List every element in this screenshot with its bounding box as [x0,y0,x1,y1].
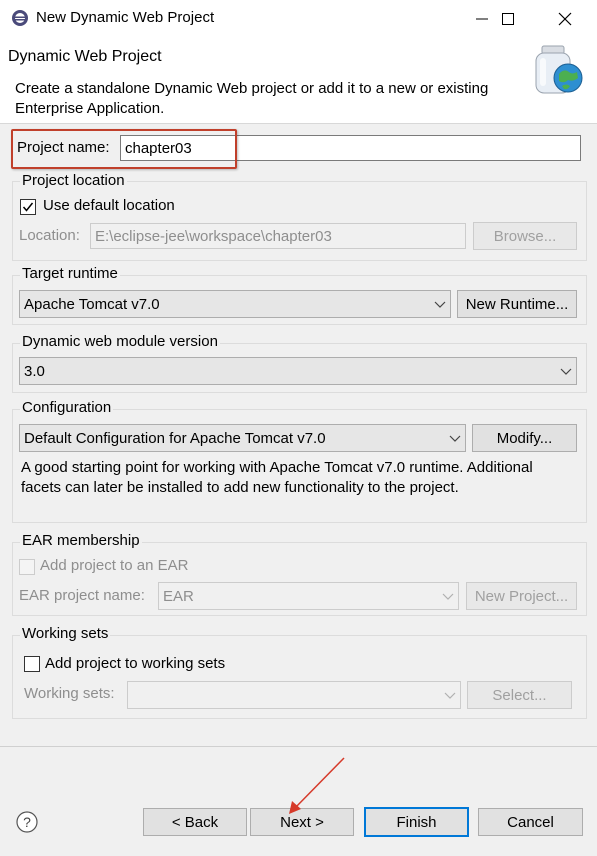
ear-membership-group-label: EAR membership [20,532,142,549]
ear-project-name-select[interactable]: EAR [158,582,459,610]
module-version-value: 3.0 [24,362,45,380]
finish-button[interactable]: Finish [364,807,469,837]
add-to-ear-checkbox[interactable] [19,559,35,575]
maximize-icon [502,13,514,25]
cancel-button[interactable]: Cancel [478,808,583,836]
working-sets-group-label: Working sets [20,625,111,642]
footer-separator [0,746,597,747]
working-sets-select[interactable] [127,681,461,709]
chevron-down-icon [442,593,454,600]
location-label: Location: [19,227,80,244]
web-project-jar-icon [528,44,586,96]
configuration-group-label: Configuration [20,399,114,416]
modify-button[interactable]: Modify... [472,424,577,452]
target-runtime-group-label: Target runtime [20,265,120,282]
use-default-location-checkbox[interactable] [20,199,36,215]
ear-project-name-value: EAR [163,587,194,605]
close-icon [558,12,572,26]
svg-text:?: ? [23,814,31,830]
add-to-working-sets-checkbox[interactable] [24,656,40,672]
chevron-down-icon [560,368,572,375]
close-button[interactable] [542,0,588,38]
configuration-value: Default Configuration for Apache Tomcat … [24,429,326,447]
maximize-button[interactable] [485,0,531,38]
target-runtime-select[interactable]: Apache Tomcat v7.0 [19,290,451,318]
help-icon[interactable]: ? [16,811,38,833]
target-runtime-value: Apache Tomcat v7.0 [24,295,160,313]
highlight-box [11,129,237,169]
project-location-group-label: Project location [20,172,127,189]
add-to-ear-label: Add project to an EAR [40,557,189,574]
browse-button[interactable]: Browse... [473,222,577,250]
configuration-description: A good starting point for working with A… [21,459,533,496]
eclipse-app-icon [10,8,30,28]
select-working-sets-button[interactable]: Select... [467,681,572,709]
working-sets-label: Working sets: [24,685,115,702]
location-input[interactable]: E:\eclipse-jee\workspace\chapter03 [90,223,466,249]
new-runtime-button[interactable]: New Runtime... [457,290,577,318]
chevron-down-icon [434,301,446,308]
module-version-group-label: Dynamic web module version [20,333,220,350]
chevron-down-icon [449,435,461,442]
module-version-select[interactable]: 3.0 [19,357,577,385]
use-default-location-label: Use default location [43,197,175,214]
back-button[interactable]: < Back [143,808,247,836]
window-title: New Dynamic Web Project [36,9,215,26]
checkmark-icon [22,202,34,212]
configuration-select[interactable]: Default Configuration for Apache Tomcat … [19,424,466,452]
chevron-down-icon [444,692,456,699]
new-ear-project-button[interactable]: New Project... [466,582,577,610]
add-to-working-sets-label: Add project to working sets [45,655,226,672]
page-description: Create a standalone Dynamic Web project … [15,80,489,117]
ear-project-name-label: EAR project name: [19,587,145,604]
location-value: E:\eclipse-jee\workspace\chapter03 [95,227,332,245]
page-title: Dynamic Web Project [8,48,162,65]
annotation-arrow [280,755,350,817]
